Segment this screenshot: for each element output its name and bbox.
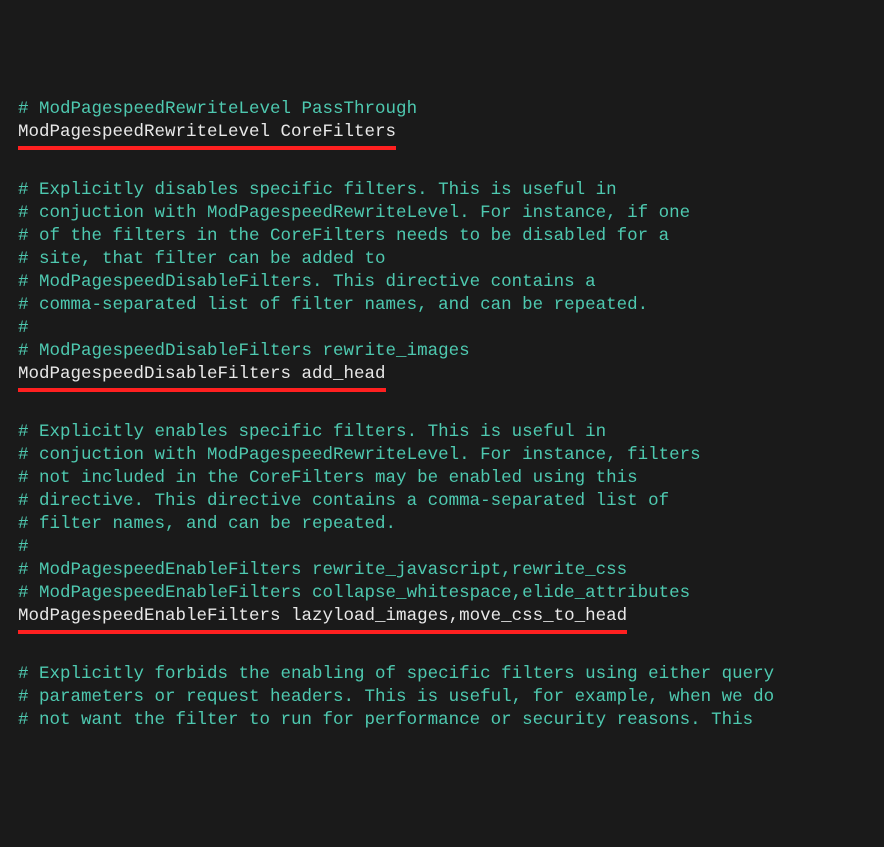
code-line: # Explicitly disables specific filters. … bbox=[18, 179, 866, 202]
comment-text: # ModPagespeedEnableFilters collapse_whi… bbox=[18, 583, 690, 603]
code-line: # conjuction with ModPagespeedRewriteLev… bbox=[18, 444, 866, 467]
comment-text: # of the filters in the CoreFilters need… bbox=[18, 226, 669, 246]
code-line: # bbox=[18, 536, 866, 559]
directive-text: ModPagespeedEnableFilters lazyload_image… bbox=[18, 605, 627, 634]
directive-text: ModPagespeedDisableFilters add_head bbox=[18, 363, 386, 392]
comment-text: # bbox=[18, 318, 29, 338]
code-line: ModPagespeedEnableFilters lazyload_image… bbox=[18, 605, 866, 640]
code-line: # comma-separated list of filter names, … bbox=[18, 294, 866, 317]
code-line: # parameters or request headers. This is… bbox=[18, 686, 866, 709]
code-line: # of the filters in the CoreFilters need… bbox=[18, 225, 866, 248]
comment-text: # ModPagespeedEnableFilters rewrite_java… bbox=[18, 560, 627, 580]
comment-text: # Explicitly enables specific filters. T… bbox=[18, 422, 606, 442]
code-line: # not included in the CoreFilters may be… bbox=[18, 467, 866, 490]
comment-text: # ModPagespeedDisableFilters rewrite_ima… bbox=[18, 341, 470, 361]
code-line: ModPagespeedRewriteLevel CoreFilters bbox=[18, 121, 866, 156]
code-line: # Explicitly forbids the enabling of spe… bbox=[18, 663, 866, 686]
code-line bbox=[18, 156, 866, 179]
comment-text: # Explicitly disables specific filters. … bbox=[18, 180, 617, 200]
comment-text: # conjuction with ModPagespeedRewriteLev… bbox=[18, 203, 690, 223]
code-line bbox=[18, 640, 866, 663]
directive-text: ModPagespeedRewriteLevel CoreFilters bbox=[18, 121, 396, 150]
comment-text: # site, that filter can be added to bbox=[18, 249, 386, 269]
comment-text: # filter names, and can be repeated. bbox=[18, 514, 396, 534]
comment-text: # bbox=[18, 537, 29, 557]
comment-text: # ModPagespeedDisableFilters. This direc… bbox=[18, 272, 596, 292]
comment-text: # directive. This directive contains a c… bbox=[18, 491, 669, 511]
code-line: # not want the filter to run for perform… bbox=[18, 709, 866, 732]
code-line: # ModPagespeedEnableFilters collapse_whi… bbox=[18, 582, 866, 605]
code-line: ModPagespeedDisableFilters add_head bbox=[18, 363, 866, 398]
code-line: # directive. This directive contains a c… bbox=[18, 490, 866, 513]
comment-text: # parameters or request headers. This is… bbox=[18, 687, 774, 707]
code-line: # ModPagespeedRewriteLevel PassThrough bbox=[18, 98, 866, 121]
comment-text: # not included in the CoreFilters may be… bbox=[18, 468, 638, 488]
code-line: # site, that filter can be added to bbox=[18, 248, 866, 271]
comment-text: # comma-separated list of filter names, … bbox=[18, 295, 648, 315]
config-code-block: # ModPagespeedRewriteLevel PassThroughMo… bbox=[18, 98, 866, 732]
comment-text: # ModPagespeedRewriteLevel PassThrough bbox=[18, 99, 417, 119]
code-line bbox=[18, 398, 866, 421]
comment-text: # not want the filter to run for perform… bbox=[18, 710, 753, 730]
code-line: # ModPagespeedDisableFilters. This direc… bbox=[18, 271, 866, 294]
code-line: # filter names, and can be repeated. bbox=[18, 513, 866, 536]
comment-text: # conjuction with ModPagespeedRewriteLev… bbox=[18, 445, 701, 465]
code-line: # ModPagespeedEnableFilters rewrite_java… bbox=[18, 559, 866, 582]
code-line: # conjuction with ModPagespeedRewriteLev… bbox=[18, 202, 866, 225]
code-line: # Explicitly enables specific filters. T… bbox=[18, 421, 866, 444]
code-line: # ModPagespeedDisableFilters rewrite_ima… bbox=[18, 340, 866, 363]
code-line: # bbox=[18, 317, 866, 340]
comment-text: # Explicitly forbids the enabling of spe… bbox=[18, 664, 774, 684]
